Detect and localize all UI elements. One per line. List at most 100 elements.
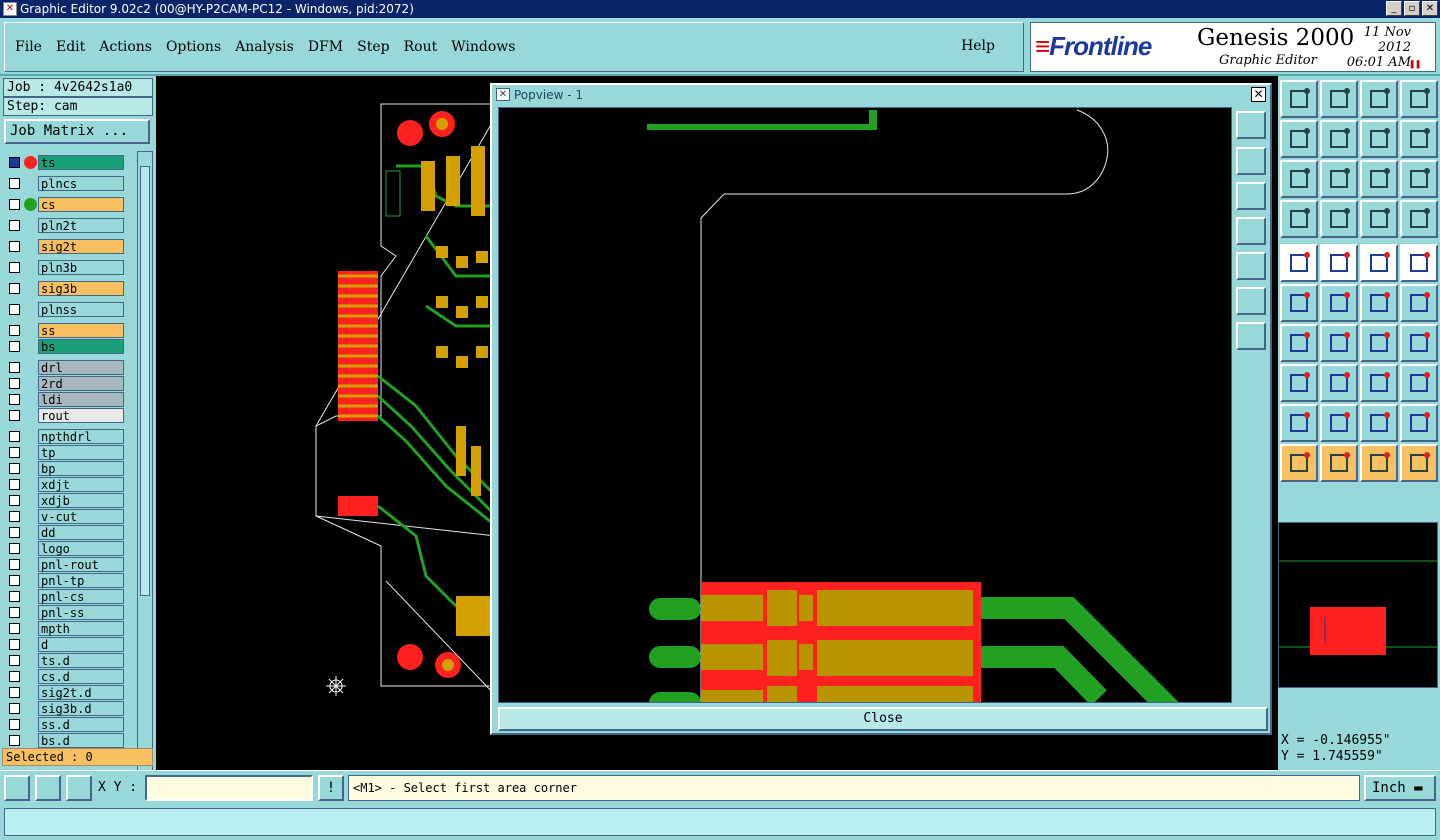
layer-checkbox[interactable] [9, 463, 20, 474]
route-alt-icon[interactable] [1400, 284, 1438, 322]
arch-alt-icon[interactable] [1400, 404, 1438, 442]
layer-name[interactable]: logo [38, 541, 124, 556]
select-circle-icon[interactable] [1360, 444, 1398, 482]
layer-name[interactable]: pnl-rout [38, 557, 124, 572]
split-icon[interactable] [1400, 324, 1438, 362]
menu-file[interactable]: File [15, 39, 42, 55]
layer-scrollbar[interactable] [137, 151, 153, 817]
layer-checkbox[interactable] [9, 639, 20, 650]
add-pad-icon[interactable] [1280, 244, 1318, 282]
layer-name[interactable]: rout [38, 408, 124, 423]
menu-options[interactable]: Options [166, 39, 221, 55]
layer-checkbox[interactable] [9, 362, 20, 373]
grid-icon[interactable] [1320, 200, 1358, 238]
select-net-icon[interactable] [1400, 444, 1438, 482]
layer-name[interactable]: sig2t [38, 239, 124, 254]
layer-checkbox[interactable] [9, 378, 20, 389]
layer-row-pnl-ss[interactable]: pnl-ss [4, 605, 128, 620]
pv-zoom-out-button[interactable] [1236, 322, 1266, 350]
layer-row-ldi[interactable]: ldi [4, 392, 128, 407]
layer-name[interactable]: cs.d [38, 669, 124, 684]
move-right-icon[interactable] [1320, 120, 1358, 158]
layer-row-pnl-rout[interactable]: pnl-rout [4, 557, 128, 572]
layer-checkbox[interactable] [9, 623, 20, 634]
ratio-1-2-icon[interactable] [1360, 160, 1398, 198]
zoom-fit-icon[interactable] [1280, 160, 1318, 198]
triangle-alt-icon[interactable] [1320, 404, 1358, 442]
layer-stack-icon[interactable] [1360, 200, 1398, 238]
layer-row-plncs[interactable]: plncs [4, 176, 128, 191]
fit-board-icon[interactable] [1320, 160, 1358, 198]
menu-help[interactable]: Help [961, 38, 995, 54]
layer-row-mpth[interactable]: mpth [4, 621, 128, 636]
layer-checkbox[interactable] [9, 479, 20, 490]
layer-name[interactable]: sig3b [38, 281, 124, 296]
pad-edit-icon[interactable] [1280, 364, 1318, 402]
minimize-button[interactable]: _ [1386, 1, 1402, 16]
delete-feature-icon[interactable] [1320, 284, 1358, 322]
layer-row-ss-d[interactable]: ss.d [4, 717, 128, 732]
xy-input[interactable] [145, 775, 313, 801]
layer-name[interactable]: drl [38, 360, 124, 375]
snap-mode-button[interactable] [4, 775, 30, 801]
layer-row-rout[interactable]: rout [4, 408, 128, 423]
scroll-thumb[interactable] [140, 166, 150, 596]
layer-checkbox[interactable] [9, 157, 20, 168]
layer-name[interactable]: pnl-cs [38, 589, 124, 604]
pv-zoom-fit-button[interactable] [1236, 111, 1266, 139]
layer-checkbox[interactable] [9, 511, 20, 522]
layer-checkbox[interactable] [9, 543, 20, 554]
layer-row-ss[interactable]: ss [4, 323, 128, 338]
layer-checkbox[interactable] [9, 527, 20, 538]
window-split-icon[interactable] [1400, 80, 1438, 118]
layer-checkbox[interactable] [9, 410, 20, 421]
menu-actions[interactable]: Actions [99, 39, 152, 55]
help-question-icon[interactable] [1400, 160, 1438, 198]
rotate-icon[interactable] [1360, 120, 1398, 158]
layer-name[interactable]: ss.d [38, 717, 124, 732]
layer-row-bs[interactable]: bs [4, 339, 128, 354]
layer-checkbox[interactable] [9, 687, 20, 698]
layer-name[interactable]: pnl-tp [38, 573, 124, 588]
job-matrix-button[interactable]: Job Matrix ... [4, 119, 150, 144]
layer-row-sig3b[interactable]: sig3b [4, 281, 128, 296]
layer-row-2rd[interactable]: 2rd [4, 376, 128, 391]
move-down-icon[interactable] [1320, 80, 1358, 118]
diagonal-line-icon[interactable] [1320, 324, 1358, 362]
layer-row-sig3b-d[interactable]: sig3b.d [4, 701, 128, 716]
grid-mode-button[interactable] [66, 775, 92, 801]
select-arrow-icon[interactable] [1280, 444, 1318, 482]
layer-name[interactable]: v-cut [38, 509, 124, 524]
layer-name[interactable]: cs [38, 197, 124, 212]
select-pad-icon[interactable] [1400, 244, 1438, 282]
layer-checkbox[interactable] [9, 241, 20, 252]
layer-name[interactable]: plnss [38, 302, 124, 317]
layer-checkbox[interactable] [9, 220, 20, 231]
select-box-icon[interactable] [1320, 444, 1358, 482]
layer-row-xdjt[interactable]: xdjt [4, 477, 128, 492]
angle-mode-button[interactable] [35, 775, 61, 801]
layer-checkbox[interactable] [9, 199, 20, 210]
units-select[interactable]: Inch ▬ [1364, 775, 1436, 801]
layer-name[interactable]: ss [38, 323, 124, 338]
layer-name[interactable]: 2rd [38, 376, 124, 391]
layer-checkbox[interactable] [9, 607, 20, 618]
layer-row-logo[interactable]: logo [4, 541, 128, 556]
layer-name[interactable]: tp [38, 445, 124, 460]
circle-group-icon[interactable] [1400, 364, 1438, 402]
layer-name[interactable]: xdjt [38, 477, 124, 492]
layer-name[interactable]: bp [38, 461, 124, 476]
layer-checkbox[interactable] [9, 304, 20, 315]
ruler-icon[interactable] [1360, 244, 1398, 282]
pv-pan-up-button[interactable] [1236, 147, 1266, 175]
mirror-icon[interactable] [1400, 120, 1438, 158]
layer-row-pln3b[interactable]: pln3b [4, 260, 128, 275]
menu-windows[interactable]: Windows [451, 39, 515, 55]
layer-name[interactable]: ts.d [38, 653, 124, 668]
layer-name[interactable]: dd [38, 525, 124, 540]
layer-row-pnl-cs[interactable]: pnl-cs [4, 589, 128, 604]
close-window-button[interactable]: ✕ [1422, 1, 1438, 16]
triangle-icon[interactable] [1280, 404, 1318, 442]
cut-line-icon[interactable] [1320, 364, 1358, 402]
pv-zoom-in-button[interactable] [1236, 287, 1266, 315]
